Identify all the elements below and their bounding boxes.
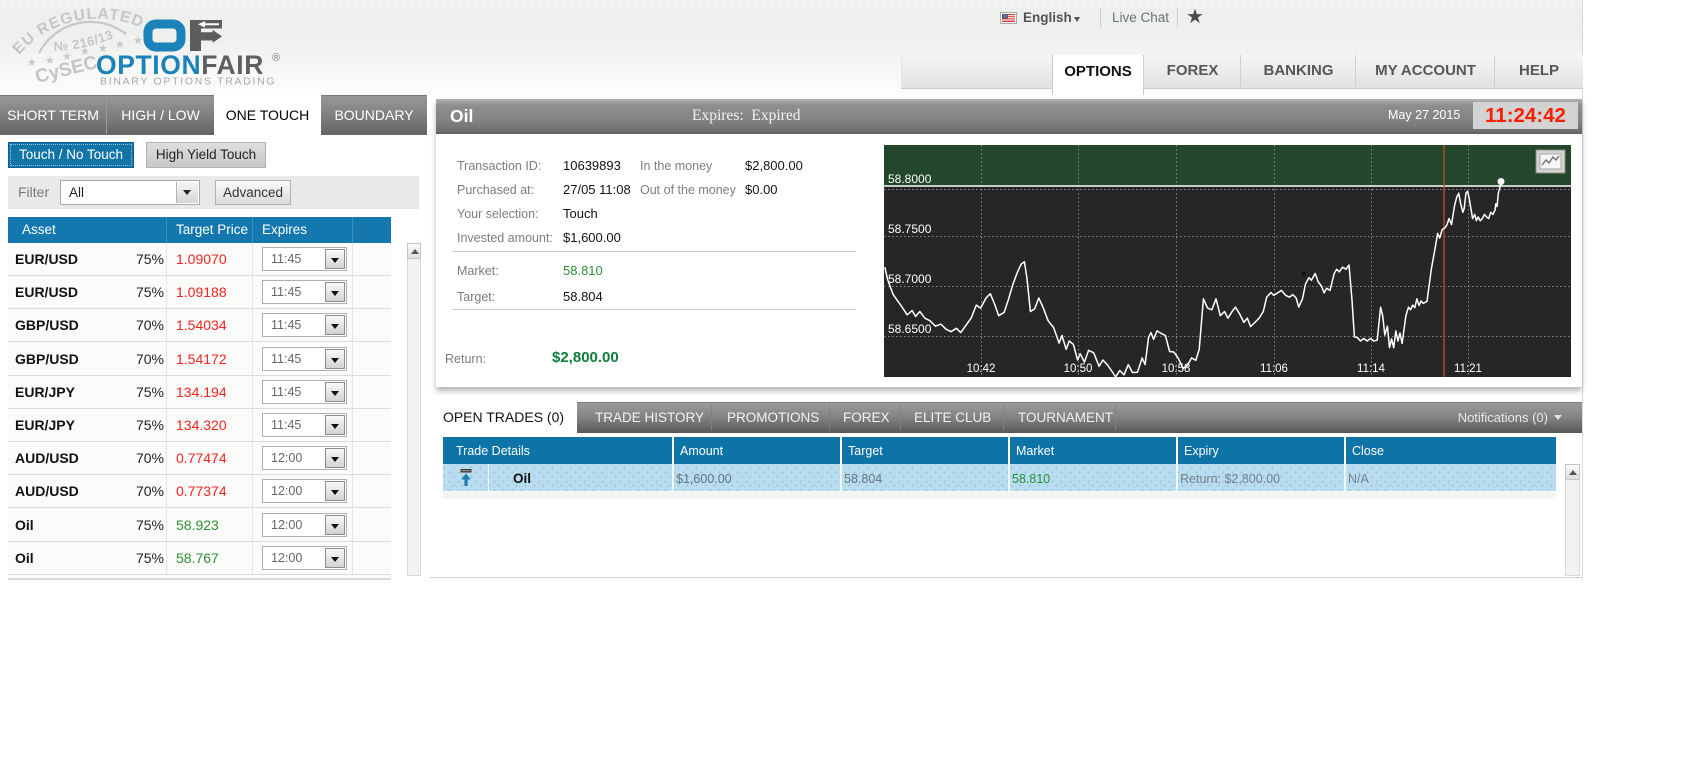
svg-text:10:42: 10:42 (967, 363, 996, 375)
svg-text:11:06: 11:06 (1260, 363, 1288, 375)
svg-text:58.7500: 58.7500 (888, 222, 932, 236)
svg-text:BINARY OPTIONS TRADING: BINARY OPTIONS TRADING (100, 76, 276, 88)
svg-text:10:50: 10:50 (1064, 363, 1093, 375)
svg-text:10:58: 10:58 (1162, 363, 1191, 375)
svg-text:58.6500: 58.6500 (888, 322, 932, 336)
svg-text:★: ★ (133, 35, 143, 47)
svg-text:®: ® (272, 52, 280, 64)
svg-text:11:14: 11:14 (1357, 363, 1386, 375)
svg-text:58.7000: 58.7000 (888, 272, 932, 286)
svg-text:11:21: 11:21 (1454, 363, 1482, 375)
svg-text:58.8000: 58.8000 (888, 172, 932, 186)
